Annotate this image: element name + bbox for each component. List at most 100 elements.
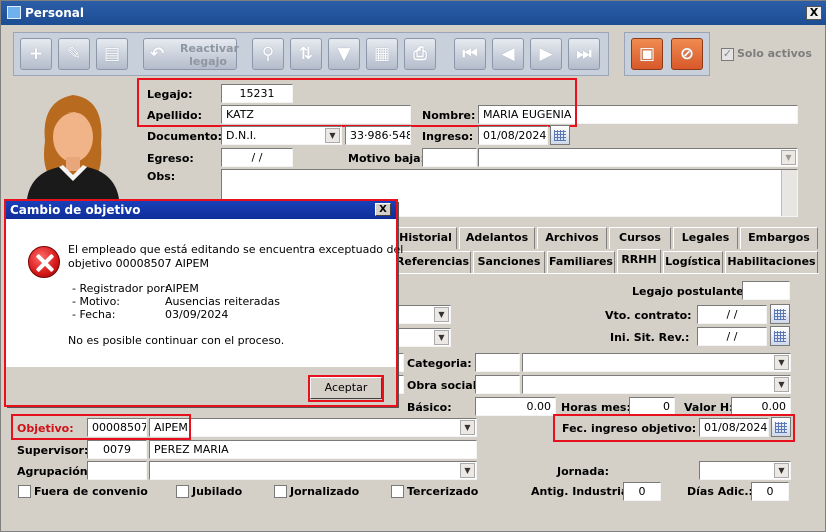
fuera-convenio-label: Fuera de convenio [34, 485, 148, 498]
jubilado-label: Jubilado [192, 485, 243, 498]
tab-rrhh[interactable]: RRHH [617, 249, 661, 274]
documento-type-value: D.N.I. [226, 129, 257, 142]
documento-label: Documento: [147, 130, 223, 143]
tab-sanciones[interactable]: Sanciones [473, 251, 545, 273]
supervisor-code-field[interactable]: 0079 [87, 440, 147, 459]
jornada-select[interactable]: ▼ [699, 461, 791, 480]
ingreso-field[interactable]: 01/08/2024 [478, 126, 548, 145]
motivo-baja-label: Motivo baja: [348, 152, 425, 165]
vto-contrato-calendar-icon[interactable] [770, 304, 790, 324]
basico-field[interactable]: 0.00 [475, 397, 556, 416]
obra-social-code-field[interactable] [475, 375, 520, 394]
tab-referencias[interactable]: Referencias [394, 251, 471, 273]
tab-embargos[interactable]: Embargos [740, 227, 818, 249]
dias-adic-label: Días Adic.: [687, 485, 753, 498]
chevron-down-icon: ▼ [774, 377, 789, 392]
first-record-icon[interactable]: ⏮ [454, 38, 486, 70]
add-icon[interactable]: + [20, 38, 52, 70]
toolbar: + ✎ ▤ ↶ Reactivar legajo ⚲ ⇅ ▼ ▦ ⎙ ⏮ ◀ ▶… [13, 32, 609, 76]
obra-social-select[interactable]: ▼ [522, 375, 791, 394]
obs-scrollbar[interactable] [781, 170, 797, 216]
rrhh-select-2[interactable]: ▼ [394, 328, 451, 347]
sort-icon[interactable]: ⇅ [290, 38, 322, 70]
chevron-down-icon: ▼ [325, 128, 340, 143]
tab-cursos[interactable]: Cursos [609, 227, 671, 249]
last-record-icon[interactable]: ⏭ [568, 38, 600, 70]
legajo-highlight [137, 78, 577, 127]
legajo-postulante-field[interactable] [742, 281, 790, 300]
chevron-down-icon: ▼ [774, 463, 789, 478]
legajo-postulante-label: Legajo postulante: [632, 285, 749, 298]
fuera-convenio-checkbox[interactable] [18, 485, 31, 498]
tab-historial[interactable]: Historial [394, 227, 457, 249]
jornada-label: Jornada: [557, 465, 610, 478]
tercerizado-label: Tercerizado [407, 485, 479, 498]
next-record-icon[interactable]: ▶ [530, 38, 562, 70]
motivo-baja-code-field[interactable] [422, 148, 477, 167]
agrupacion-select[interactable]: ▼ [149, 461, 477, 480]
jubilado-checkbox[interactable] [176, 485, 189, 498]
jornalizado-checkbox[interactable] [274, 485, 287, 498]
reactivate-label: Reactivar legajo [180, 42, 239, 68]
report-icon[interactable]: ▦ [366, 38, 398, 70]
chevron-down-icon: ▼ [774, 355, 789, 370]
fec-ingreso-objetivo-highlight [553, 414, 795, 442]
chevron-down-icon: ▼ [781, 150, 796, 165]
filter-icon[interactable]: ▼ [328, 38, 360, 70]
ingreso-label: Ingreso: [422, 130, 474, 143]
ingreso-calendar-icon[interactable] [550, 125, 570, 145]
app-icon [7, 6, 21, 19]
agrupacion-code-field[interactable] [87, 461, 147, 480]
chevron-down-icon: ▼ [434, 330, 449, 345]
jornalizado-label: Jornalizado [290, 485, 360, 498]
undo-icon: ↶ [150, 44, 165, 64]
chevron-down-icon: ▼ [460, 420, 475, 435]
obra-social-label: Obra social: [407, 379, 481, 392]
antig-industria-label: Antig. Industria: [531, 485, 633, 498]
solo-activos-checkbox[interactable]: ✓ [721, 48, 734, 61]
categoria-select[interactable]: ▼ [522, 353, 791, 372]
close-button[interactable]: X [806, 6, 822, 20]
tab-adelantos[interactable]: Adelantos [459, 227, 535, 249]
personal-window: Personal X + ✎ ▤ ↶ Reactivar legajo ⚲ ⇅ … [0, 0, 826, 532]
tab-archivos[interactable]: Archivos [537, 227, 607, 249]
ini-sit-rev-calendar-icon[interactable] [770, 326, 790, 346]
employee-photo [13, 81, 131, 199]
delete-document-icon[interactable]: ▤ [96, 38, 128, 70]
categoria-code-field[interactable] [475, 353, 520, 372]
motivo-baja-select[interactable]: ▼ [478, 148, 798, 167]
tab-legales[interactable]: Legales [673, 227, 738, 249]
chevron-down-icon: ▼ [460, 463, 475, 478]
vto-contrato-field[interactable]: / / [697, 305, 767, 324]
egreso-label: Egreso: [147, 152, 194, 165]
tab-familiares[interactable]: Familiares [547, 251, 615, 273]
documento-type-select[interactable]: D.N.I. ▼ [221, 126, 342, 145]
print-icon[interactable]: ⎙ [404, 38, 436, 70]
supervisor-name-field[interactable]: PEREZ MARIA [149, 440, 477, 459]
antig-industria-field[interactable]: 0 [623, 482, 661, 501]
avatar-icon [27, 95, 119, 199]
title-bar: Personal X [1, 1, 826, 25]
objetivo-highlight [11, 414, 191, 440]
dialog-highlight [4, 199, 398, 407]
tercerizado-checkbox[interactable] [391, 485, 404, 498]
ini-sit-rev-label: Ini. Sit. Rev.: [610, 331, 690, 344]
tab-logistica[interactable]: Logística [663, 251, 723, 273]
save-icon[interactable]: ▣ [631, 38, 663, 70]
supervisor-label: Supervisor: [17, 444, 89, 457]
dias-adic-field[interactable]: 0 [751, 482, 789, 501]
rrhh-select-1[interactable]: ▼ [394, 305, 451, 324]
edit-icon[interactable]: ✎ [58, 38, 90, 70]
horas-mes-label: Horas mes: [561, 401, 631, 414]
documento-number-field[interactable]: 33·986·548 [345, 126, 411, 145]
objetivo-select[interactable]: AIPEM ▼ [149, 418, 477, 437]
previous-record-icon[interactable]: ◀ [492, 38, 524, 70]
egreso-field[interactable]: / / [221, 148, 293, 167]
cancel-icon[interactable]: ⊘ [671, 38, 703, 70]
agrupacion-label: Agrupación: [17, 465, 93, 478]
search-icon[interactable]: ⚲ [252, 38, 284, 70]
obs-label: Obs: [147, 170, 176, 183]
ini-sit-rev-field[interactable]: / / [697, 327, 767, 346]
reactivate-legajo-button[interactable]: ↶ Reactivar legajo [143, 38, 239, 70]
tab-habilitaciones[interactable]: Habilitaciones [725, 251, 818, 273]
